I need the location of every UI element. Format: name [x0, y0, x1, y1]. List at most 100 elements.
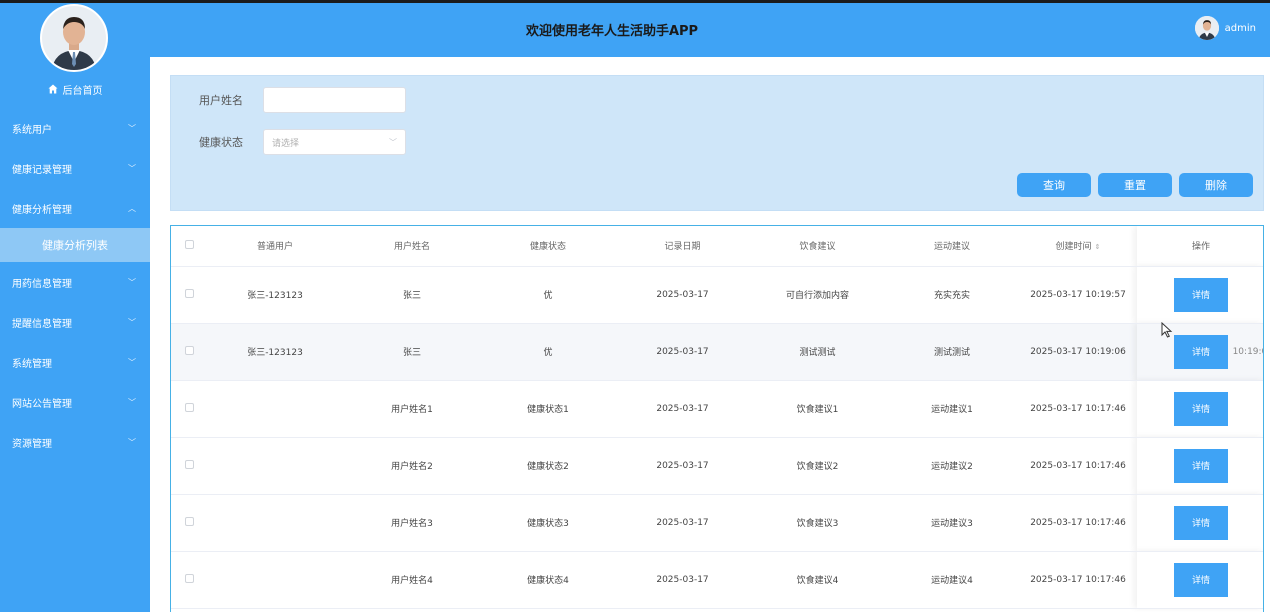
- cell-user: 张三-123123: [207, 323, 343, 381]
- avatar[interactable]: [40, 4, 108, 72]
- sidebar-item-label: 系统管理: [12, 358, 52, 370]
- query-button[interactable]: 查询: [1017, 173, 1091, 197]
- table-row: 用户姓名1 健康状态1 2025-03-17 饮食建议1 运动建议1 2025-…: [171, 380, 1263, 438]
- search-panel: 用户姓名 健康状态 请选择 ﹀ 查询 重置 删除: [170, 75, 1264, 211]
- cell-diet: 可自行添加内容: [750, 266, 885, 324]
- cell-name: 用户姓名3: [343, 494, 481, 552]
- select-all-checkbox[interactable]: [184, 239, 194, 249]
- top-header: 欢迎使用老年人生活助手APP admin: [150, 0, 1270, 57]
- table-row: 用户姓名2 健康状态2 2025-03-17 饮食建议2 运动建议2 2025-…: [171, 437, 1263, 495]
- cell-date: 2025-03-17: [615, 380, 750, 438]
- table-row: 用户姓名4 健康状态4 2025-03-17 饮食建议4 运动建议4 2025-…: [171, 551, 1263, 609]
- detail-button[interactable]: 详情: [1174, 391, 1228, 426]
- cell-name: 用户姓名2: [343, 437, 481, 495]
- cell-created: 2025-03-17 10:17:46: [1019, 437, 1137, 495]
- chevron-down-icon: ﹀: [128, 317, 136, 327]
- sidebar-menu: 系统用户 ﹀ 健康记录管理 ﹀ 健康分析管理 ︿ 健康分析列表 用药信息管理 ﹀…: [0, 108, 150, 462]
- cell-name: 张三: [343, 323, 481, 381]
- sidebar-item-label: 资源管理: [12, 438, 52, 450]
- column-header: 健康状态: [481, 226, 615, 267]
- top-strip: [150, 0, 1270, 3]
- row-checkbox[interactable]: [184, 516, 194, 526]
- chevron-up-icon: ︿: [128, 203, 136, 213]
- sidebar-item-resources[interactable]: 资源管理 ﹀: [0, 422, 150, 462]
- cell-sport: 测试测试: [885, 323, 1019, 381]
- avatar-image: [42, 6, 106, 70]
- row-checkbox[interactable]: [184, 573, 194, 583]
- detail-button[interactable]: 详情: [1174, 277, 1228, 312]
- cell-date: 2025-03-17: [615, 437, 750, 495]
- detail-button[interactable]: 详情: [1174, 505, 1228, 540]
- column-header: 创建时间: [1055, 242, 1092, 253]
- cell-status: 健康状态4: [481, 551, 615, 609]
- reset-button[interactable]: 重置: [1098, 173, 1172, 197]
- sidebar-subitem-health-analysis-list[interactable]: 健康分析列表: [0, 228, 150, 262]
- header-user-menu[interactable]: admin: [1194, 16, 1256, 40]
- detail-button[interactable]: 详情: [1174, 334, 1228, 369]
- home-icon: [48, 84, 58, 94]
- sort-icon[interactable]: ⇕: [1095, 243, 1101, 251]
- mouse-cursor-icon: [1161, 321, 1173, 342]
- cell-created: 2025-03-17 10:17:46: [1019, 494, 1137, 552]
- top-strip: [0, 0, 150, 3]
- status-select-placeholder: 请选择: [272, 138, 300, 149]
- row-checkbox[interactable]: [184, 345, 194, 355]
- sidebar: 后台首页 系统用户 ﹀ 健康记录管理 ﹀ 健康分析管理 ︿ 健康分析列表 用药信…: [0, 0, 150, 612]
- sidebar-item-system-users[interactable]: 系统用户 ﹀: [0, 108, 150, 148]
- cell-date: 2025-03-17: [615, 494, 750, 552]
- sidebar-item-reminders[interactable]: 提醒信息管理 ﹀: [0, 302, 150, 342]
- status-select[interactable]: 请选择 ﹀: [263, 129, 406, 155]
- sidebar-item-label: 用药信息管理: [12, 278, 72, 290]
- cell-status: 健康状态2: [481, 437, 615, 495]
- cell-user: 张三-123123: [207, 266, 343, 324]
- delete-button[interactable]: 删除: [1179, 173, 1253, 197]
- detail-button[interactable]: 详情: [1174, 448, 1228, 483]
- cell-name: 用户姓名1: [343, 380, 481, 438]
- column-header: 饮食建议: [750, 226, 885, 267]
- app-title: 欢迎使用老年人生活助手APP: [525, 24, 699, 39]
- cell-status: 健康状态1: [481, 380, 615, 438]
- select-all-cell: [171, 226, 207, 267]
- cell-status: 健康状态3: [481, 494, 615, 552]
- row-checkbox[interactable]: [184, 402, 194, 412]
- sidebar-item-medication[interactable]: 用药信息管理 ﹀: [0, 262, 150, 302]
- sidebar-item-label: 提醒信息管理: [12, 318, 72, 330]
- cell-created: 2025-03-17 10:19:57: [1019, 266, 1137, 324]
- sidebar-item-system-management[interactable]: 系统管理 ﹀: [0, 342, 150, 382]
- table-row: 张三-123123 张三 优 2025-03-17 可自行添加内容 充实充实 2…: [171, 266, 1263, 324]
- search-actions: 查询 重置 删除: [1017, 173, 1253, 197]
- table-header-row: 普通用户 用户姓名 健康状态 记录日期 饮食建议 运动建议 创建时间 ⇕ 操作: [171, 226, 1263, 267]
- sidebar-item-health-analysis[interactable]: 健康分析管理 ︿: [0, 188, 150, 228]
- column-header: 运动建议: [885, 226, 1019, 267]
- cell-date: 2025-03-17: [615, 323, 750, 381]
- sidebar-item-label: 网站公告管理: [12, 398, 72, 410]
- sidebar-item-label: 系统用户: [12, 124, 52, 136]
- cell-user: [207, 494, 343, 552]
- overflow-time-text: 10:19:06: [1232, 346, 1263, 357]
- chevron-down-icon: ﹀: [128, 163, 136, 173]
- row-checkbox[interactable]: [184, 288, 194, 298]
- cell-name: 用户姓名4: [343, 551, 481, 609]
- status-field-row: 健康状态 请选择 ﹀: [199, 129, 406, 155]
- sidebar-home-link[interactable]: 后台首页: [0, 78, 150, 100]
- sidebar-item-announcements[interactable]: 网站公告管理 ﹀: [0, 382, 150, 422]
- chevron-down-icon: ﹀: [128, 437, 136, 447]
- cell-name: 张三: [343, 266, 481, 324]
- cell-diet: 饮食建议1: [750, 380, 885, 438]
- column-header: 用户姓名: [343, 226, 481, 267]
- name-input[interactable]: [263, 87, 406, 113]
- name-field-row: 用户姓名: [199, 87, 406, 113]
- row-checkbox[interactable]: [184, 459, 194, 469]
- table-row: 用户姓名3 健康状态3 2025-03-17 饮食建议3 运动建议3 2025-…: [171, 494, 1263, 552]
- cell-sport: 运动建议3: [885, 494, 1019, 552]
- cell-created: 2025-03-17 10:19:06: [1019, 323, 1137, 381]
- cell-created: 2025-03-17 10:17:46: [1019, 551, 1137, 609]
- sidebar-item-health-records[interactable]: 健康记录管理 ﹀: [0, 148, 150, 188]
- created-time-header[interactable]: 创建时间 ⇕: [1019, 226, 1137, 267]
- sidebar-item-label: 健康分析管理: [12, 204, 72, 216]
- cell-diet: 饮食建议3: [750, 494, 885, 552]
- sidebar-subitem-label: 健康分析列表: [42, 239, 108, 252]
- chevron-down-icon: ﹀: [128, 277, 136, 287]
- main-content: 用户姓名 健康状态 请选择 ﹀ 查询 重置 删除 普通用户 用户姓名 健康状态 …: [150, 57, 1270, 612]
- detail-button[interactable]: 详情: [1174, 562, 1228, 597]
